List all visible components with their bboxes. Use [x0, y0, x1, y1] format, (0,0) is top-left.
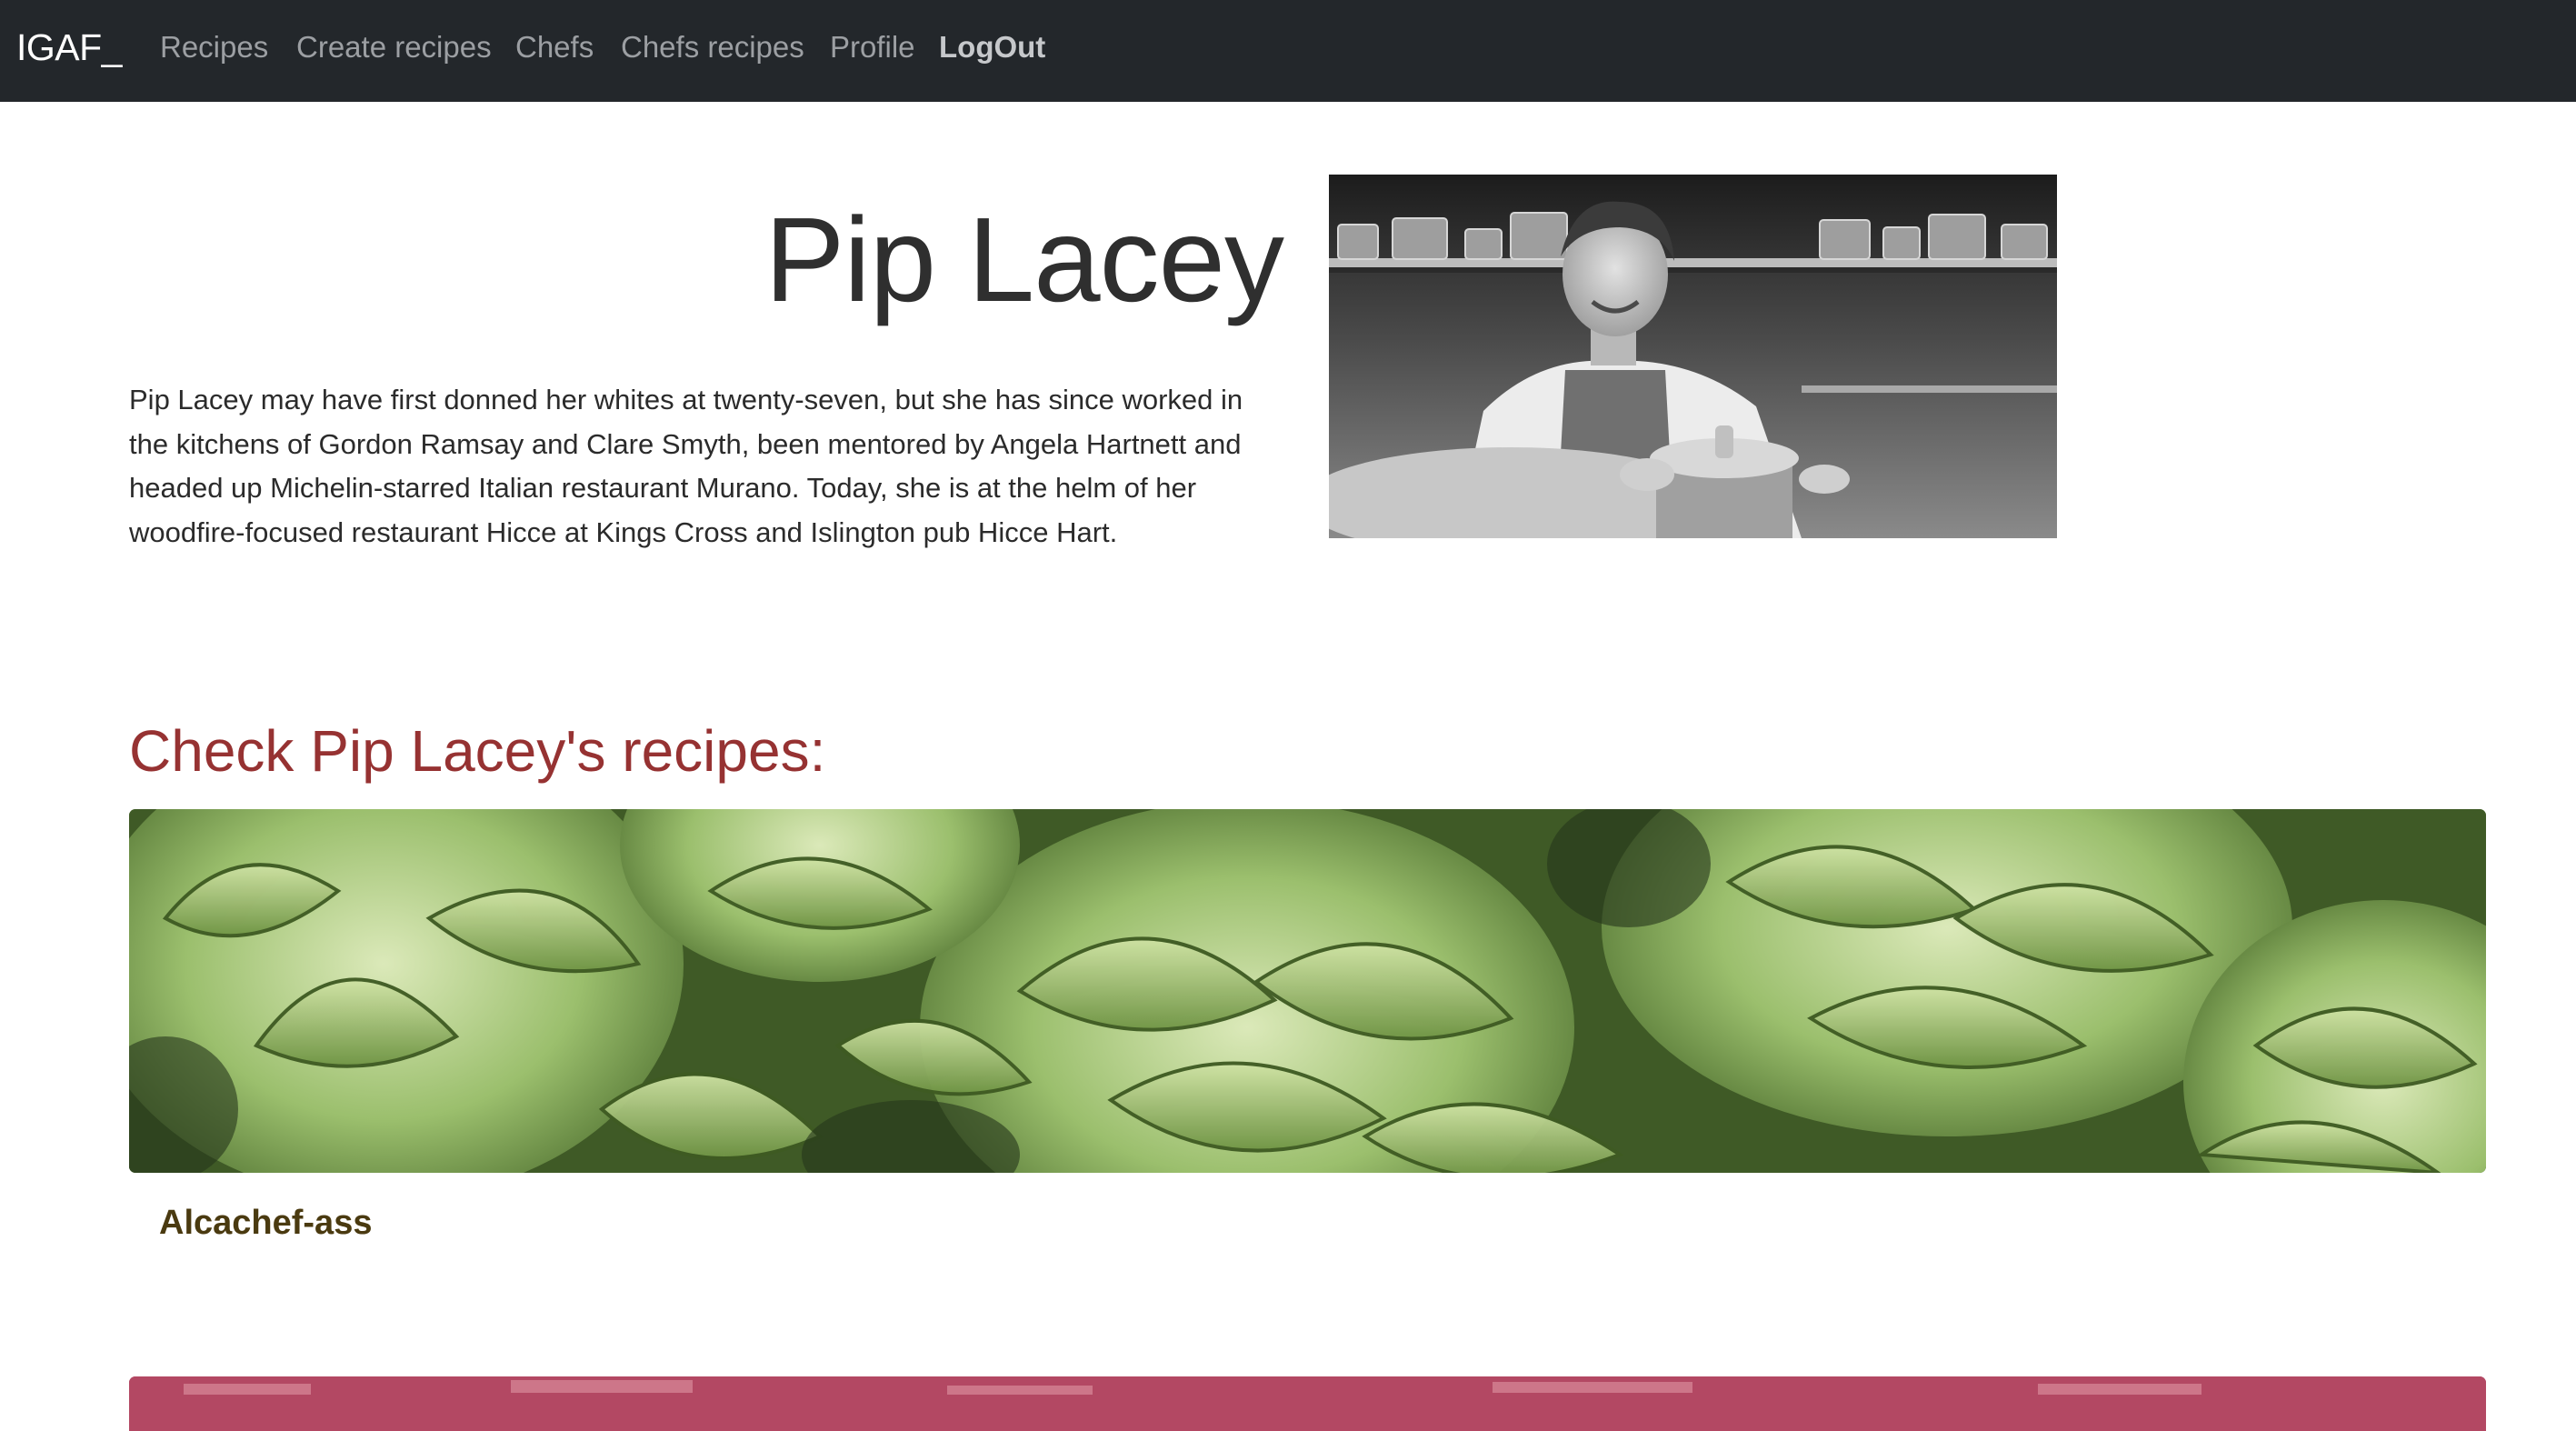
chef-bio: Pip Lacey may have first donned her whit… — [129, 384, 1243, 548]
nav-link-profile[interactable]: Profile — [830, 29, 915, 65]
recipe-card-image[interactable] — [129, 809, 2486, 1173]
brand-logo[interactable]: IGAF_ — [16, 25, 122, 69]
recipe-title[interactable]: Alcachef-ass — [159, 1202, 372, 1244]
navbar: IGAF_ Recipes Create recipes Chefs Chefs… — [0, 0, 2576, 102]
recipe-card-image-partial[interactable] — [129, 1376, 2486, 1431]
chef-photo — [1329, 175, 2057, 538]
nav-link-create-recipes[interactable]: Create recipes — [296, 29, 492, 65]
nav-link-logout[interactable]: LogOut — [939, 29, 1045, 65]
nav-link-chefs-recipes[interactable]: Chefs recipes — [621, 29, 804, 65]
chef-name: Pip Lacey — [764, 193, 1284, 326]
nav-link-chefs[interactable]: Chefs — [515, 29, 594, 65]
recipes-section-heading: Check Pip Lacey's recipes: — [129, 718, 826, 784]
nav-link-recipes[interactable]: Recipes — [160, 29, 268, 65]
